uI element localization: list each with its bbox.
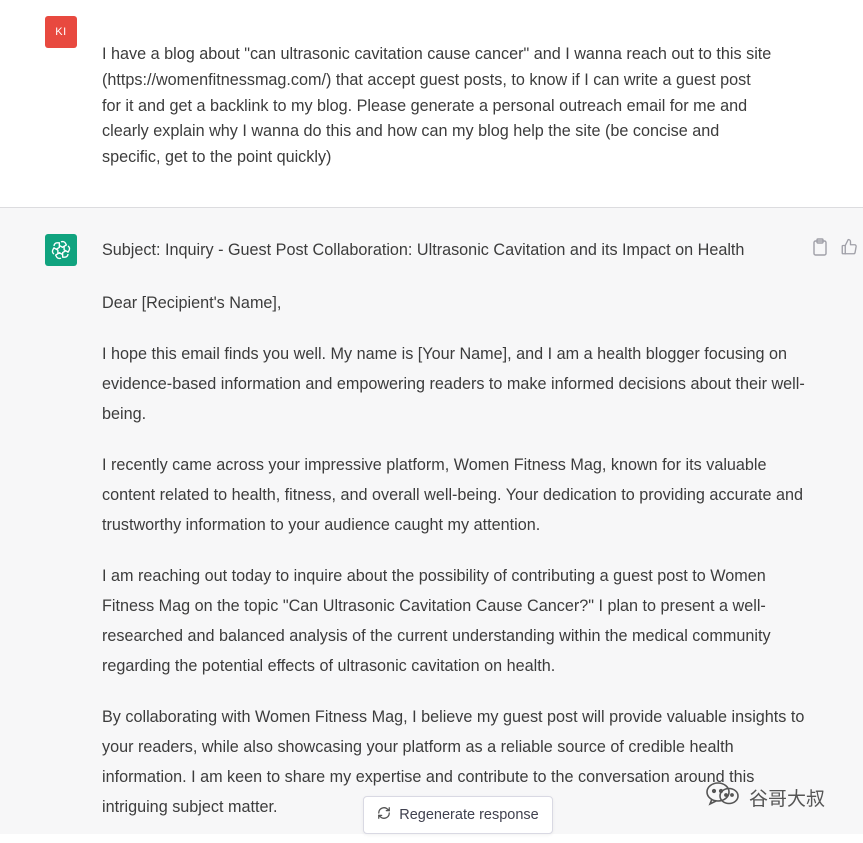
assistant-message-text: Subject: Inquiry - Guest Post Collaborat… xyxy=(102,238,807,843)
user-message-block: KI I have a blog about "can ultrasonic c… xyxy=(0,0,863,208)
email-greeting: Dear [Recipient's Name], xyxy=(102,294,282,312)
clipboard-icon[interactable] xyxy=(812,238,830,256)
thumbs-up-icon[interactable] xyxy=(840,238,858,256)
email-paragraph: I recently came across your impressive p… xyxy=(102,456,804,534)
regenerate-response-button[interactable]: Regenerate response xyxy=(363,796,553,834)
email-paragraph: I am reaching out today to inquire about… xyxy=(102,567,771,675)
watermark: 谷哥大叔 xyxy=(705,782,825,812)
email-paragraph: I hope this email finds you well. My nam… xyxy=(102,345,805,423)
regenerate-label: Regenerate response xyxy=(399,807,539,823)
refresh-icon xyxy=(377,806,391,824)
email-subject: Subject: Inquiry - Guest Post Collaborat… xyxy=(102,241,745,259)
message-actions xyxy=(812,238,858,256)
user-message-text: I have a blog about "can ultrasonic cavi… xyxy=(102,45,772,167)
user-avatar: KI xyxy=(45,16,77,48)
wechat-icon xyxy=(705,781,741,813)
watermark-text: 谷哥大叔 xyxy=(749,788,826,810)
chatgpt-logo-icon xyxy=(45,234,77,266)
